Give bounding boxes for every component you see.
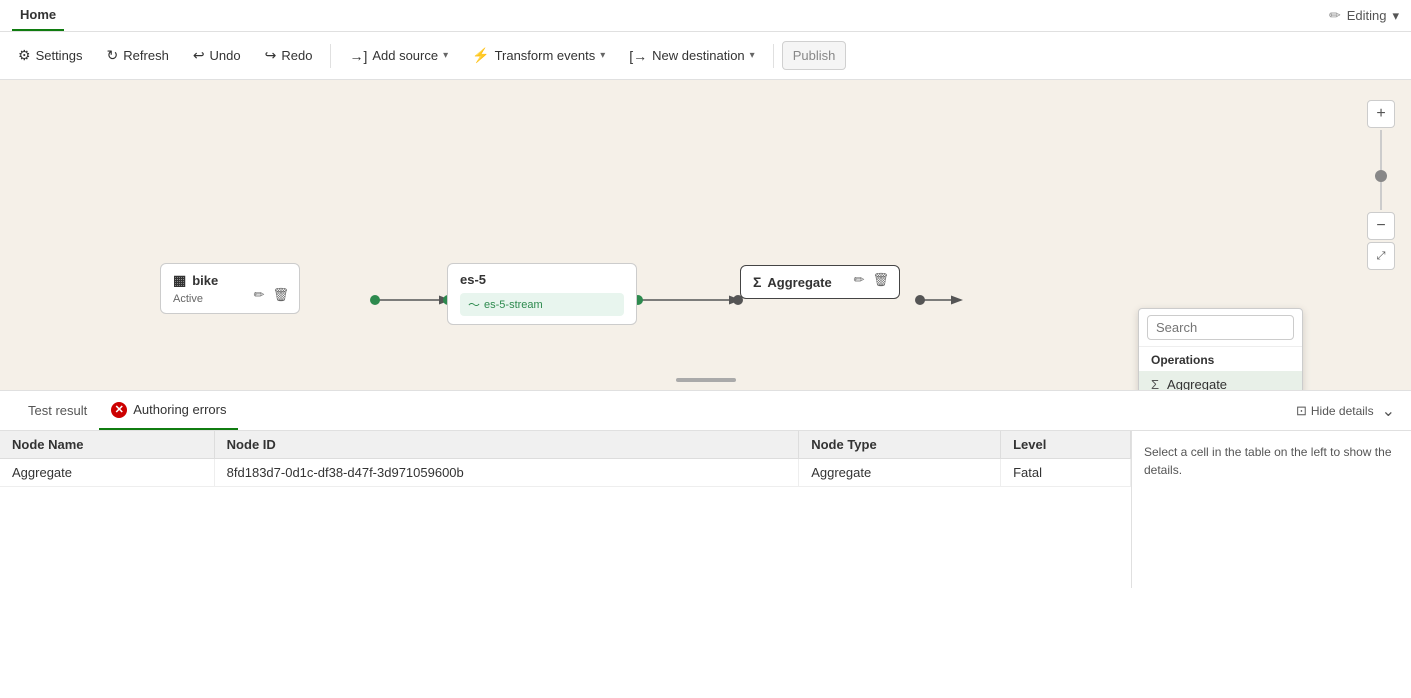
undo-icon: ↩ <box>193 47 205 64</box>
col-node-type: Node Type <box>799 431 1001 459</box>
home-tab[interactable]: Home <box>12 0 64 31</box>
es5-node-title: es-5 <box>460 272 624 287</box>
title-bar: Home ✏ Editing ▾ <box>0 0 1411 32</box>
cell-node-type: Aggregate <box>799 459 1001 487</box>
details-panel: Select a cell in the table on the left t… <box>1131 431 1411 588</box>
stream-icon: 〜 <box>468 296 480 313</box>
bottom-content: Node Name Node ID Node Type Level Aggreg… <box>0 431 1411 588</box>
table-icon: ▦ <box>173 272 186 289</box>
error-circle-icon: ✕ <box>111 402 127 418</box>
title-bar-right: ✏ Editing ▾ <box>1329 7 1399 24</box>
toolbar: ⚙ Settings ↻ Refresh ↩ Undo ↪ Redo →] Ad… <box>0 32 1411 80</box>
es5-node[interactable]: es-5 〜 es-5-stream <box>447 263 637 325</box>
errors-table-container: Node Name Node ID Node Type Level Aggreg… <box>0 431 1131 588</box>
chevron-down-icon[interactable]: ▾ <box>1392 8 1399 24</box>
cell-level: Fatal <box>1001 459 1131 487</box>
hide-details-icon: ⊡ <box>1296 403 1307 419</box>
sigma-icon: Σ <box>753 274 761 290</box>
editing-label: Editing <box>1347 8 1387 23</box>
bike-delete-button[interactable]: 🗑 <box>270 285 291 305</box>
aggregate-node-actions: ✏ 🗑 <box>852 270 891 290</box>
operations-section-header: Operations <box>1139 347 1302 371</box>
zoom-in-button[interactable]: + <box>1367 100 1395 128</box>
errors-table: Node Name Node ID Node Type Level Aggreg… <box>0 431 1131 487</box>
collapse-bottom-panel-button[interactable]: ⌄ <box>1382 401 1395 421</box>
operations-dropdown: Operations Σ Aggregate ⇥ Expand ≡ Filter… <box>1138 308 1303 390</box>
col-node-name: Node Name <box>0 431 214 459</box>
refresh-icon: ↻ <box>107 47 119 64</box>
publish-button[interactable]: Publish <box>782 41 847 70</box>
error-badge: ✕ <box>111 402 127 418</box>
undo-button[interactable]: ↩ Undo <box>183 41 251 70</box>
bike-edit-button[interactable]: ✏ <box>252 285 267 305</box>
authoring-errors-tab[interactable]: ✕ Authoring errors <box>99 391 238 430</box>
es5-stream-tag: 〜 es-5-stream <box>460 293 624 316</box>
pencil-icon: ✏ <box>1329 7 1341 24</box>
bottom-tabs: Test result ✕ Authoring errors ⊡ Hide de… <box>0 391 1411 431</box>
transform-chevron-icon: ▾ <box>600 50 605 61</box>
zoom-out-button[interactable]: − <box>1367 212 1395 240</box>
zoom-track <box>1380 130 1382 210</box>
aggregate-edit-button[interactable]: ✏ <box>852 270 867 290</box>
test-result-tab[interactable]: Test result <box>16 391 99 430</box>
refresh-button[interactable]: ↻ Refresh <box>97 41 179 70</box>
new-destination-chevron-icon: ▾ <box>750 50 755 61</box>
bike-node-actions: ✏ 🗑 <box>252 285 291 305</box>
zoom-controls: + − ⤢ <box>1367 100 1395 270</box>
aggregate-icon: Σ <box>1151 377 1159 390</box>
transform-events-button[interactable]: ⚡ Transform events ▾ <box>462 41 615 70</box>
redo-icon: ↪ <box>265 47 277 64</box>
settings-button[interactable]: ⚙ Settings <box>8 41 93 70</box>
settings-icon: ⚙ <box>18 47 31 64</box>
add-source-button[interactable]: →] Add source ▾ <box>339 42 458 70</box>
zoom-thumb[interactable] <box>1375 170 1387 182</box>
add-source-chevron-icon: ▾ <box>443 50 448 61</box>
add-source-icon: →] <box>349 48 367 64</box>
cell-node-name: Aggregate <box>0 459 214 487</box>
separator-1 <box>330 44 331 68</box>
table-row[interactable]: Aggregate 8fd183d7-0d1c-df38-d47f-3d9710… <box>0 459 1131 487</box>
col-level: Level <box>1001 431 1131 459</box>
canvas: ▦ bike Active ✏ 🗑 es-5 〜 es-5-stream Σ A… <box>0 80 1411 390</box>
canvas-scrollbar[interactable] <box>676 378 736 382</box>
aggregate-node[interactable]: Σ Aggregate ✏ 🗑 <box>740 265 900 299</box>
dropdown-search-container <box>1139 309 1302 347</box>
aggregate-item[interactable]: Σ Aggregate <box>1139 371 1302 390</box>
col-node-id: Node ID <box>214 431 799 459</box>
transform-icon: ⚡ <box>472 47 489 64</box>
details-text: Select a cell in the table on the left t… <box>1144 443 1399 479</box>
search-input[interactable] <box>1147 315 1294 340</box>
new-destination-button[interactable]: [→ New destination ▾ <box>619 42 764 70</box>
separator-2 <box>773 44 774 68</box>
fit-button[interactable]: ⤢ <box>1367 242 1395 270</box>
hide-details-button[interactable]: ⊡ Hide details <box>1296 403 1374 419</box>
bike-node[interactable]: ▦ bike Active ✏ 🗑 <box>160 263 300 314</box>
cell-node-id: 8fd183d7-0d1c-df38-d47f-3d971059600b <box>214 459 799 487</box>
aggregate-delete-button[interactable]: 🗑 <box>870 270 891 290</box>
new-destination-icon: [→ <box>629 48 647 64</box>
bottom-panel: Test result ✕ Authoring errors ⊡ Hide de… <box>0 390 1411 588</box>
redo-button[interactable]: ↪ Redo <box>255 41 323 70</box>
